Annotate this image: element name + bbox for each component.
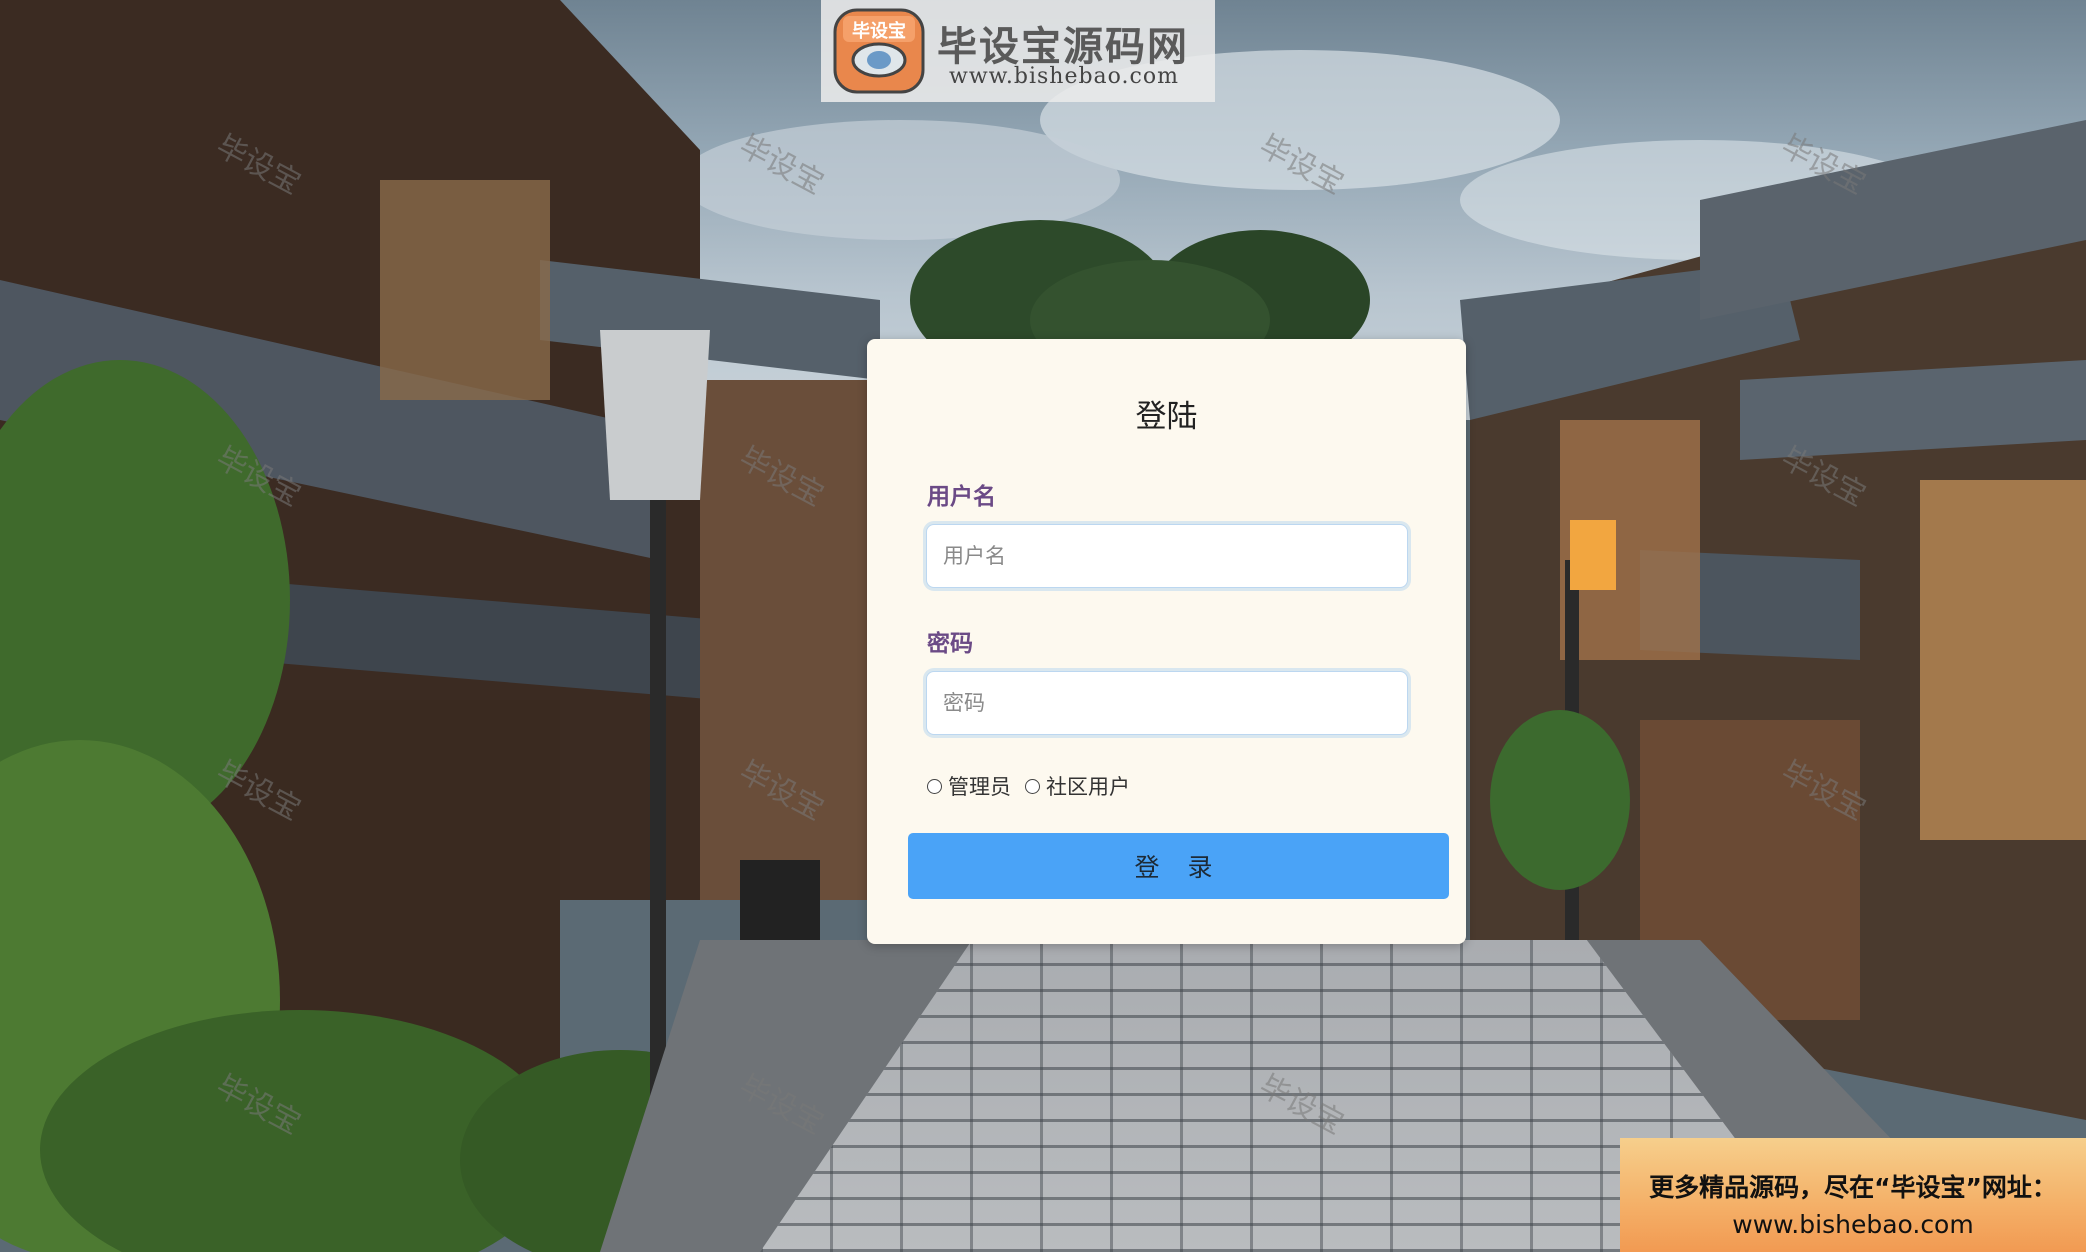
radio-icon[interactable]	[1025, 778, 1040, 794]
login-page: 毕设宝 毕设宝源码网 www.bishebao.com 毕设宝 毕设宝 毕设宝 …	[0, 0, 2086, 1252]
promo-banner: 更多精品源码，尽在“毕设宝”网址： www.bishebao.com	[1620, 1138, 2086, 1252]
login-title: 登陆	[1135, 399, 1198, 435]
brand-badge-icon: 毕设宝	[833, 8, 925, 94]
radio-icon[interactable]	[927, 778, 942, 794]
brand-url: www.bishebao.com	[949, 64, 1179, 89]
role-selector: 管理员 社区用户	[927, 771, 1144, 801]
role-option-community-user[interactable]: 社区用户	[1025, 771, 1130, 801]
username-input[interactable]	[926, 524, 1408, 588]
promo-text: 更多精品源码，尽在“毕设宝”网址：	[1649, 1173, 2057, 1202]
brand-logo: 毕设宝 毕设宝源码网 www.bishebao.com	[821, 0, 1215, 102]
login-form: 登陆 用户名 密码 管理员 社区用户 登 录	[867, 339, 1466, 944]
role-label-admin: 管理员	[948, 775, 1011, 799]
username-label: 用户名	[927, 484, 996, 510]
promo-url: www.bishebao.com	[1732, 1210, 1974, 1239]
brand-badge-text: 毕设宝	[852, 20, 906, 42]
password-input[interactable]	[926, 671, 1408, 735]
password-label: 密码	[927, 631, 973, 657]
role-option-admin[interactable]: 管理员	[927, 771, 1011, 801]
login-button[interactable]: 登 录	[908, 833, 1449, 899]
role-label-community-user: 社区用户	[1046, 775, 1130, 799]
